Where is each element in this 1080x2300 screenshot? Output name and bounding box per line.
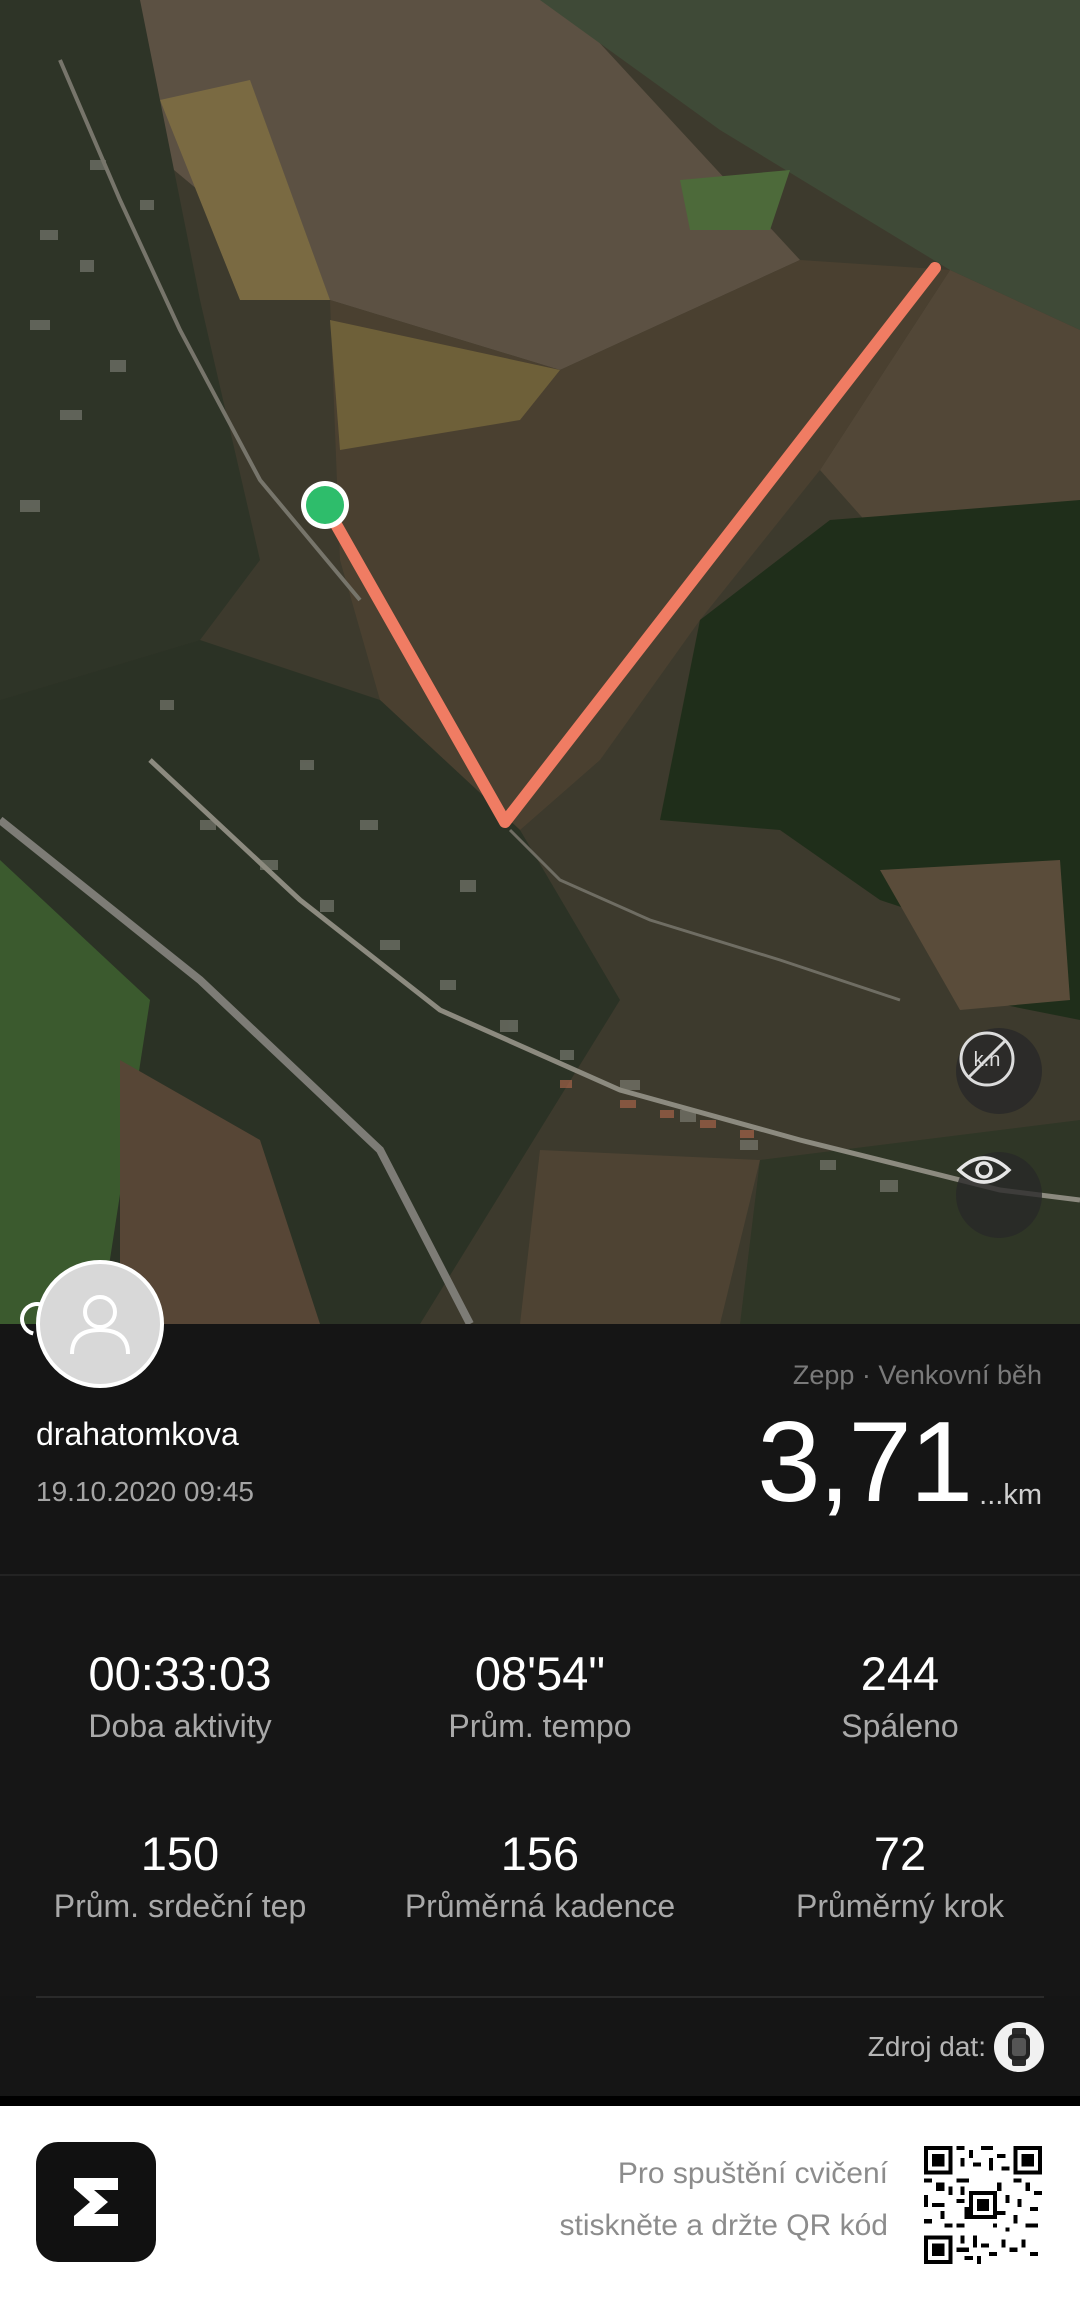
distance-display: 3,71 ...km [757, 1406, 1042, 1520]
watch-icon [994, 2022, 1044, 2072]
visibility-toggle-button[interactable] [956, 1152, 1042, 1238]
stat-avg-stride: 72 Průměrný krok [720, 1828, 1080, 1925]
km-marker-toggle-icon: k.n [959, 1031, 1015, 1087]
stat-avg-heart-rate: 150 Prům. srdeční tep [0, 1828, 360, 1925]
stat-label: Doba aktivity [88, 1707, 272, 1744]
qr-instructions-line2: stiskněte a držte QR kód [559, 2209, 888, 2242]
qr-instructions-line1: Pro spuštění cvičení [617, 2157, 888, 2190]
route-map[interactable]: k.n [0, 0, 1080, 1324]
stat-value: 00:33:03 [88, 1647, 272, 1700]
stat-label: Průměrný krok [795, 1887, 1005, 1924]
distance-value: 3,71 [757, 1399, 973, 1526]
distance-unit: ...km [979, 1479, 1042, 1511]
stat-label: Průměrná kadence [404, 1887, 676, 1924]
stat-value: 156 [500, 1827, 580, 1880]
stats-grid: 00:33:03 Doba aktivity 08'54" Prům. temp… [0, 1576, 1080, 1996]
share-footer: Pro spuštění cvičení stiskněte a držte Q… [0, 2106, 1080, 2300]
qr-instructions: Pro spuštění cvičení stiskněte a držte Q… [560, 2148, 888, 2252]
data-source[interactable]: Zdroj dat: [868, 2022, 1044, 2072]
data-source-label: Zdroj dat: [867, 2031, 986, 2062]
username: drahatomkova [36, 1416, 239, 1452]
stat-value: 08'54" [474, 1647, 606, 1700]
stat-value: 244 [860, 1647, 940, 1700]
stat-avg-pace: 08'54" Prům. tempo [360, 1648, 720, 1745]
satellite-map-image [0, 0, 1080, 1324]
stat-calories: 244 Spáleno [720, 1648, 1080, 1745]
zepp-logo-icon [36, 2142, 156, 2262]
start-marker [306, 486, 344, 524]
stat-value: 150 [140, 1827, 220, 1880]
activity-summary: drahatomkova 19.10.2020 09:45 Zepp · Ven… [0, 1260, 1080, 1574]
stat-label: Prům. srdeční tep [53, 1887, 307, 1924]
stat-activity-time: 00:33:03 Doba aktivity [0, 1648, 360, 1745]
qr-code-icon[interactable] [924, 2146, 1042, 2264]
user-avatar-icon [70, 1295, 130, 1355]
stat-label: Prům. tempo [448, 1707, 632, 1744]
activity-source-label: Zepp · Venkovní běh [792, 1360, 1042, 1390]
km-marker-toggle-button[interactable]: k.n [956, 1028, 1042, 1114]
stat-value: 72 [873, 1827, 927, 1880]
stat-avg-cadence: 156 Průměrná kadence [360, 1828, 720, 1925]
separator-bar [0, 2096, 1080, 2106]
activity-datetime: 19.10.2020 09:45 [36, 1476, 254, 1507]
eye-icon [956, 1156, 1012, 1184]
stat-label: Spáleno [841, 1707, 959, 1744]
divider [36, 1996, 1044, 1998]
avatar[interactable] [36, 1260, 164, 1388]
